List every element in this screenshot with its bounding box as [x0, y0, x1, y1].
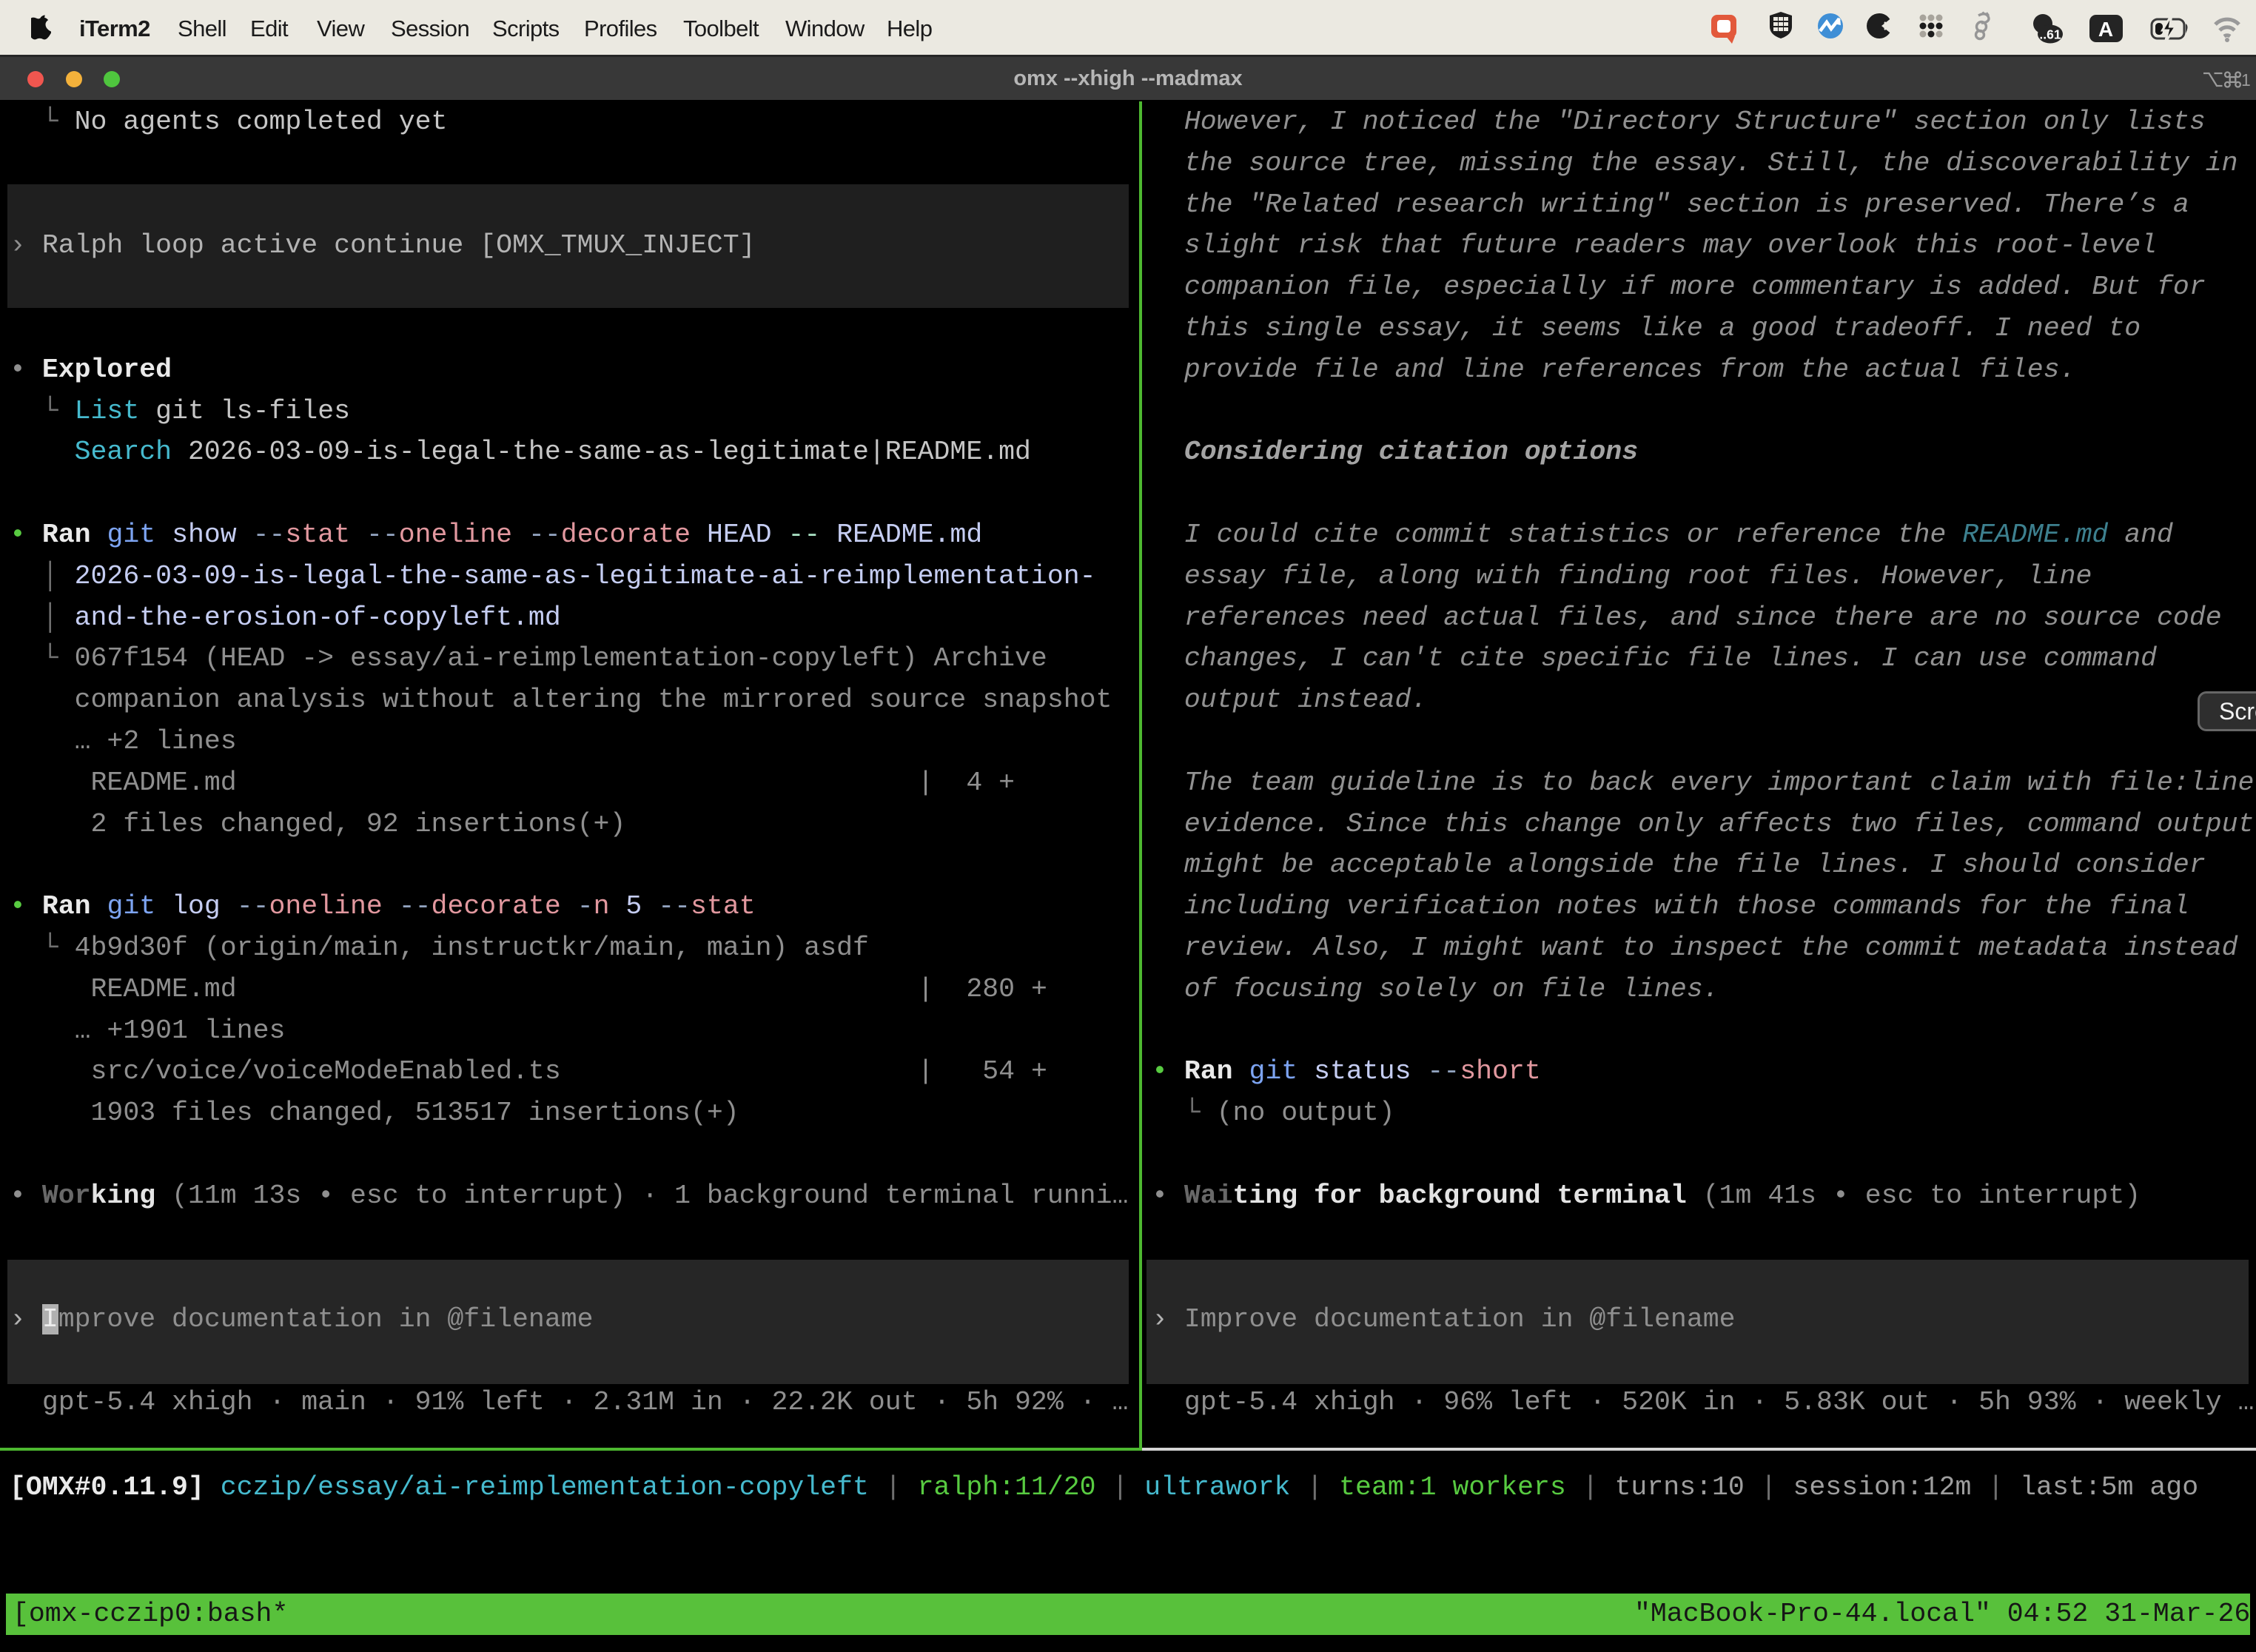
- svg-text:..61: ..61: [2039, 27, 2061, 42]
- svg-text:A: A: [2098, 18, 2113, 41]
- svg-text:1: 1: [2241, 70, 2251, 90]
